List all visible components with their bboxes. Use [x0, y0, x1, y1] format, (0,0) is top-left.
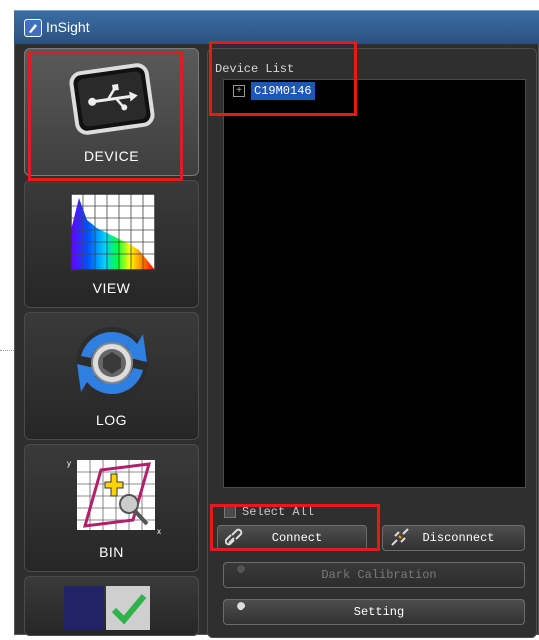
- select-all[interactable]: Select All: [224, 505, 314, 519]
- wrench-icon: [234, 565, 246, 581]
- sidebar-item-label: DEVICE: [83, 148, 140, 164]
- unlink-icon: [391, 528, 409, 546]
- log-refresh-icon: [57, 322, 167, 404]
- sidebar-item-bin[interactable]: y x BIN: [24, 444, 199, 572]
- wrench-icon: [234, 602, 246, 618]
- connect-button[interactable]: Connect: [217, 525, 367, 551]
- list-item[interactable]: + C19M0146: [233, 82, 315, 100]
- dotted-connector-line: [0, 350, 14, 351]
- usb-device-icon: [57, 58, 167, 140]
- sidebar-item-log[interactable]: LOG: [24, 312, 199, 440]
- setting-button[interactable]: Setting: [223, 599, 525, 625]
- window-title: InSight: [46, 19, 90, 35]
- bin-chart-icon: y x: [57, 454, 167, 536]
- select-all-label: Select All: [242, 505, 315, 519]
- sidebar-item-view[interactable]: VIEW: [24, 180, 199, 308]
- sidebar-item-label: VIEW: [92, 280, 131, 296]
- title-bar: InSight: [14, 10, 539, 44]
- sidebar: DEVICE VIEW LOG y x BIN: [24, 48, 199, 640]
- sidebar-item-device[interactable]: DEVICE: [24, 48, 199, 176]
- link-icon: [225, 528, 243, 546]
- svg-text:y: y: [67, 459, 71, 468]
- device-panel-container: Device List + C19M0146 Select All Connec…: [207, 48, 537, 638]
- sidebar-item-label: BIN: [99, 544, 124, 560]
- disconnect-button[interactable]: Disconnect: [382, 525, 525, 551]
- checkmark-icon: [106, 586, 150, 630]
- dark-calibration-button[interactable]: Dark Calibration: [223, 562, 525, 588]
- device-item[interactable]: C19M0146: [251, 82, 315, 100]
- svg-text:x: x: [157, 527, 161, 536]
- device-list[interactable]: + C19M0146: [223, 79, 526, 488]
- blue-square-icon: [64, 586, 104, 630]
- select-all-checkbox[interactable]: [224, 506, 236, 518]
- app-window: InSight DEVICE VIEW LOG y x BIN Device L…: [14, 10, 539, 638]
- sidebar-item-label: LOG: [95, 412, 128, 428]
- expand-icon[interactable]: +: [233, 85, 245, 97]
- device-list-label: Device List: [215, 62, 295, 76]
- sidebar-item-confirm[interactable]: [24, 576, 199, 636]
- app-logo-icon: [24, 19, 42, 37]
- spectrum-view-icon: [57, 190, 167, 272]
